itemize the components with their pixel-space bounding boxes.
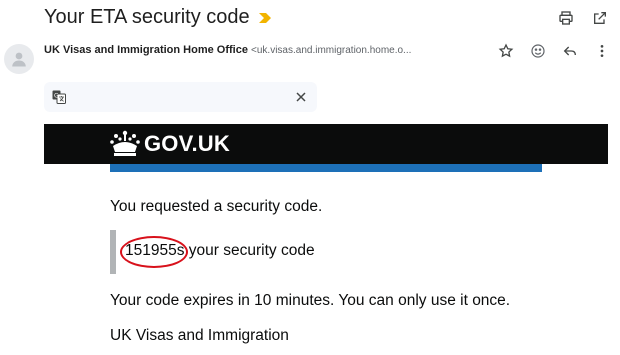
star-icon[interactable]	[496, 41, 516, 61]
translate-icon[interactable]: G	[52, 90, 66, 104]
reply-icon[interactable]	[560, 41, 580, 61]
sender-name[interactable]: UK Visas and Immigration Home Office	[44, 44, 248, 56]
close-icon[interactable]	[293, 89, 309, 105]
open-in-new-window-icon[interactable]	[590, 8, 610, 28]
sender-actions	[496, 41, 612, 61]
email-subject: Your ETA security code	[44, 6, 250, 28]
importance-marker-icon[interactable]	[258, 12, 272, 24]
body-line-expiry: Your code expires in 10 minutes. You can…	[110, 292, 511, 309]
security-code-suffix: s your security code	[176, 242, 315, 259]
crown-icon	[110, 130, 140, 156]
sender-email: <uk.visas.and.immigration.home.o...	[251, 45, 412, 56]
top-actions	[556, 8, 610, 28]
govuk-header: GOV.UK	[44, 124, 608, 164]
svg-text:G: G	[54, 93, 59, 100]
govuk-logo-text[interactable]: GOV.UK	[144, 131, 230, 157]
person-icon	[12, 52, 26, 67]
body-signoff: UK Visas and Immigration	[110, 327, 289, 344]
print-icon[interactable]	[556, 8, 576, 28]
govuk-blue-bar	[110, 164, 542, 172]
inset-border	[110, 230, 116, 274]
sender-avatar[interactable]	[4, 44, 34, 74]
security-code: 151955	[125, 242, 177, 259]
body-line-requested: You requested a security code.	[110, 198, 323, 215]
more-vert-icon[interactable]	[592, 41, 612, 61]
security-code-line: 151955 s your security code	[120, 236, 315, 268]
email-subject-row: Your ETA security code	[44, 6, 272, 29]
translate-bar: G	[44, 82, 317, 112]
emoji-icon[interactable]	[528, 41, 548, 61]
sender-line: UK Visas and Immigration Home Office <uk…	[44, 44, 411, 56]
